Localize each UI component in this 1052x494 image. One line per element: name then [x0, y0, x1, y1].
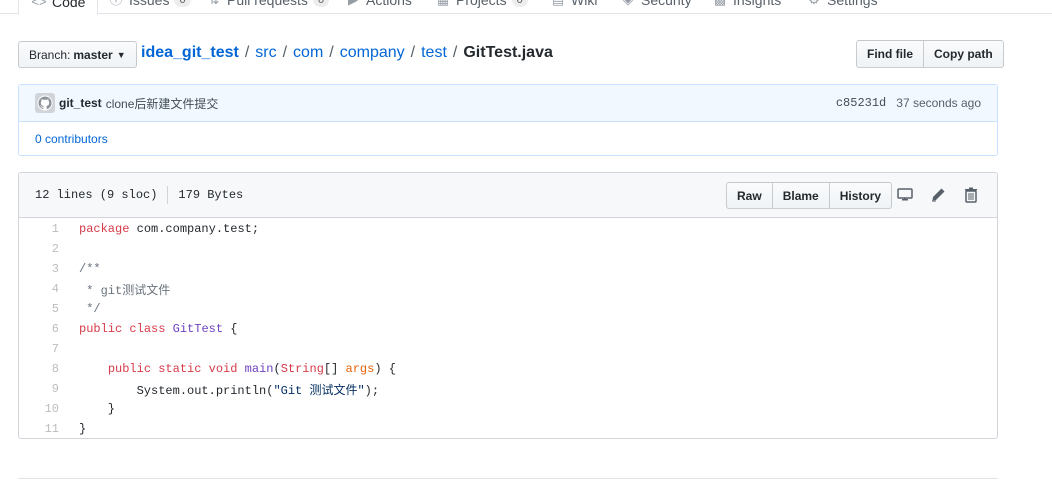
gear-icon: ⚙ — [806, 0, 822, 8]
contributors-row: 0 contributors — [19, 122, 997, 156]
code-line: 10 } — [19, 399, 997, 419]
commit-author-link[interactable]: git_test — [59, 96, 102, 110]
file-header: 12 lines (9 sloc) 179 Bytes Raw Blame Hi… — [19, 173, 997, 218]
breadcrumb-separator: / — [410, 44, 416, 61]
copy-path-button[interactable]: Copy path — [923, 40, 1004, 68]
caret-down-icon: ▼ — [116, 49, 126, 60]
file-line-count: 12 lines (9 sloc) — [35, 188, 158, 202]
desktop-icon[interactable] — [895, 185, 915, 205]
code-line: 2 — [19, 239, 997, 259]
breadcrumb-separator: / — [329, 44, 334, 61]
file-size: 179 Bytes — [178, 188, 244, 202]
contributors-link[interactable]: 0 contributors — [35, 132, 108, 146]
file-viewer: 12 lines (9 sloc) 179 Bytes Raw Blame Hi… — [18, 172, 998, 439]
latest-commit-bar: git_test clone后新建文件提交 c85231d 37 seconds… — [19, 85, 997, 122]
breadcrumb-link-company[interactable]: company — [340, 44, 405, 62]
tab-wiki[interactable]: ▤ Wiki — [550, 0, 598, 14]
line-number[interactable]: 5 — [19, 302, 69, 316]
breadcrumb-separator: / — [452, 44, 458, 61]
line-content: } — [79, 402, 116, 416]
file-action-button-group: Raw Blame History — [726, 182, 893, 209]
line-content: * git测试文件 — [79, 283, 171, 298]
tab-actions[interactable]: ▶ Actions — [345, 0, 412, 14]
code-line: 9 System.out.println("Git 测试文件"); — [19, 379, 997, 399]
project-icon: ▦ — [435, 0, 451, 8]
file-info-divider — [167, 186, 169, 204]
footer-divider — [18, 478, 998, 479]
line-number[interactable]: 3 — [19, 262, 69, 276]
breadcrumb-separator: / — [282, 44, 288, 61]
file-nav-button-group: Find file Copy path — [856, 40, 1004, 68]
breadcrumb-link-test[interactable]: test — [421, 44, 447, 62]
tab-pull-requests[interactable]: ⇅ Pull requests 0 — [206, 0, 330, 14]
line-number[interactable]: 6 — [19, 322, 69, 336]
shield-icon: ◈ — [620, 0, 636, 8]
code-line: 11 } — [19, 419, 997, 438]
avatar[interactable] — [35, 93, 55, 113]
pull-requests-count: 0 — [312, 0, 330, 7]
breadcrumb-separator: / — [244, 44, 250, 61]
code-line: 8 public static void main(String[] args)… — [19, 359, 997, 379]
line-number[interactable]: 10 — [19, 402, 69, 416]
breadcrumb-file-name: GitTest.java — [463, 44, 553, 61]
line-number[interactable]: 2 — [19, 242, 69, 256]
breadcrumb: idea_git_test / src / com / company / te… — [141, 44, 553, 62]
line-content: /** — [79, 262, 101, 276]
code-icon: <> — [31, 0, 47, 9]
tab-code[interactable]: <> Code — [18, 0, 99, 15]
projects-count: 0 — [511, 0, 528, 7]
code-line: 4 * git测试文件 — [19, 279, 997, 299]
commit-sha-link[interactable]: c85231d — [836, 96, 886, 110]
line-number[interactable]: 8 — [19, 362, 69, 376]
pull-request-icon: ⇅ — [206, 0, 222, 8]
code-line: 5 */ — [19, 299, 997, 319]
find-file-button[interactable]: Find file — [856, 40, 924, 68]
trash-icon[interactable] — [961, 185, 981, 205]
issue-icon: ⓘ — [108, 0, 124, 8]
line-content: } — [79, 422, 87, 436]
line-number[interactable]: 4 — [19, 282, 69, 296]
code-line: 1 package com.company.test; — [19, 219, 997, 239]
line-content: public class GitTest { — [79, 322, 238, 336]
breadcrumb-link-com[interactable]: com — [293, 44, 323, 62]
tab-projects[interactable]: ▦ Projects 0 — [435, 0, 528, 14]
code-body: 1 package com.company.test; 2 3 /** 4 * … — [19, 218, 997, 438]
github-mark-icon — [37, 95, 53, 111]
blame-button[interactable]: Blame — [771, 182, 830, 209]
play-icon: ▶ — [345, 0, 361, 8]
history-button[interactable]: History — [828, 182, 893, 209]
code-line: 7 — [19, 339, 997, 359]
raw-button[interactable]: Raw — [726, 182, 773, 209]
code-line: 6 public class GitTest { — [19, 319, 997, 339]
branch-select-button[interactable]: Branch: master ▼ — [18, 41, 137, 68]
line-number[interactable]: 9 — [19, 382, 69, 396]
line-content: System.out.println("Git 测试文件"); — [79, 383, 380, 398]
line-number[interactable]: 11 — [19, 422, 69, 436]
pencil-icon[interactable] — [928, 185, 948, 205]
line-content: public static void main(String[] args) { — [107, 362, 396, 376]
breadcrumb-repo-link[interactable]: idea_git_test — [141, 44, 239, 62]
tab-settings[interactable]: ⚙ Settings — [806, 0, 877, 14]
issues-count: 0 — [174, 0, 191, 7]
line-number[interactable]: 1 — [19, 222, 69, 236]
commit-tease: git_test clone后新建文件提交 c85231d 37 seconds… — [18, 84, 998, 156]
commit-time: 37 seconds ago — [896, 96, 981, 110]
line-content: package com.company.test; — [79, 222, 260, 236]
tab-insights[interactable]: ▩ Insights — [712, 0, 781, 14]
book-icon: ▤ — [550, 0, 566, 8]
code-line: 3 /** — [19, 259, 997, 279]
graph-icon: ▩ — [712, 0, 728, 8]
repo-nav: <> Code ⓘ Issues 0 ⇅ Pull requests 0 ▶ A… — [0, 0, 1052, 15]
breadcrumb-link-src[interactable]: src — [255, 44, 276, 62]
line-number[interactable]: 7 — [19, 342, 69, 356]
line-content: */ — [79, 302, 101, 316]
tab-security[interactable]: ◈ Security — [620, 0, 692, 14]
tab-issues[interactable]: ⓘ Issues 0 — [108, 0, 191, 14]
commit-message-link[interactable]: clone后新建文件提交 — [106, 95, 219, 112]
